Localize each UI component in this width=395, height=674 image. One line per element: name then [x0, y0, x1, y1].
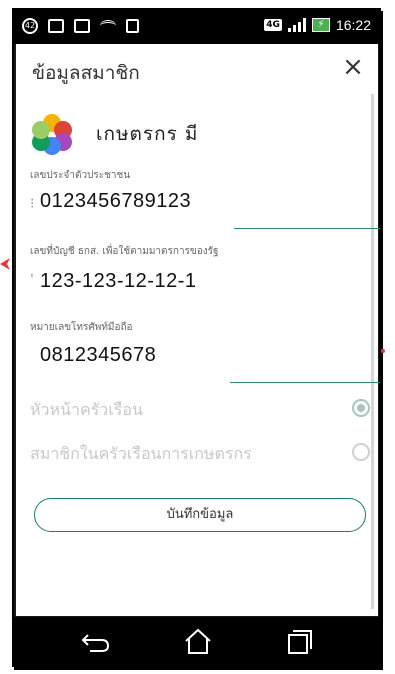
red-dot — [381, 349, 385, 353]
citizen-id-field[interactable]: 0123456789123 — [40, 190, 191, 213]
red-marker — [0, 258, 10, 270]
notification-count-icon: 42 — [22, 18, 38, 34]
bank-account-field[interactable]: 123-123-12-12-1 — [40, 270, 197, 293]
status-bar: 42 4G ⚡ 16:22 — [14, 10, 379, 44]
citizen-id-underline — [234, 228, 380, 229]
photos-flower-icon — [32, 114, 72, 155]
radio-checked-icon[interactable] — [352, 399, 370, 417]
radio-unchecked-icon[interactable] — [352, 443, 370, 461]
clock: 16:22 — [335, 17, 371, 33]
mobile-number-underline — [230, 382, 380, 383]
radio-household-member-label: สมาชิกในครัวเรือนการเกษตรกร — [30, 444, 252, 463]
radio-head-of-household-label: หัวหน้าครัวเรือน — [30, 400, 143, 419]
wifi-icon — [100, 20, 116, 32]
battery-charging-icon: ⚡ — [311, 18, 330, 32]
back-icon[interactable] — [76, 625, 116, 657]
network-type-badge: 4G — [264, 19, 282, 31]
close-button[interactable]: × — [338, 52, 368, 82]
text-cursor: ' — [30, 272, 34, 288]
bank-account-label: เลขที่บัญชี ธกส. เพื่อใช้ตามมาตรการของรั… — [30, 246, 219, 257]
text-cursor: ⁝ — [30, 196, 35, 212]
home-icon[interactable] — [178, 625, 218, 657]
android-nav-bar — [14, 617, 379, 665]
calendar-icon — [48, 19, 64, 33]
mobile-number-label: หมายเลขโทรศัพท์มือถือ — [30, 322, 133, 333]
dialog-title: ข้อมูลสมาชิก — [32, 62, 140, 84]
member-header: เกษตรกร มี — [32, 114, 199, 155]
mobile-number-field[interactable]: 0812345678 — [40, 344, 156, 367]
signal-icon — [287, 18, 306, 32]
radio-head-of-household[interactable]: หัวหน้าครัวเรือน — [30, 396, 370, 422]
member-name: เกษตรกร มี — [96, 123, 199, 145]
recent-apps-icon[interactable] — [280, 625, 320, 657]
scrollbar[interactable] — [371, 94, 374, 609]
save-button[interactable]: บันทึกข้อมูล — [34, 498, 366, 532]
member-info-dialog: ข้อมูลสมาชิก × เกษตรกร มี เลขประจำตัวประ… — [16, 44, 380, 616]
citizen-id-label: เลขประจำตัวประชาชน — [30, 170, 131, 181]
message-icon — [74, 19, 90, 33]
sd-card-icon — [126, 19, 139, 33]
radio-household-member[interactable]: สมาชิกในครัวเรือนการเกษตรกร — [30, 440, 370, 466]
